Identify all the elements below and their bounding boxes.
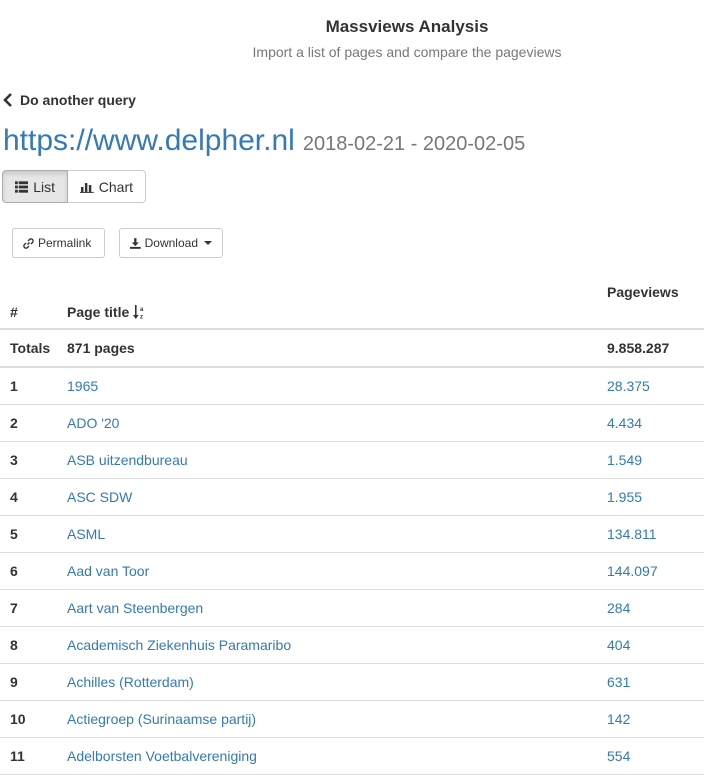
- download-icon: [130, 237, 141, 249]
- table-row: 8 Academisch Ziekenhuis Paramaribo 404: [0, 627, 704, 664]
- column-header-num: #: [10, 304, 18, 320]
- table-row: 6 Aad van Toor 144.097: [0, 553, 704, 590]
- pageviews-table: # Page title a z Pageviews Totals 871 pa…: [0, 272, 704, 775]
- page-title-link[interactable]: ASML: [67, 526, 105, 542]
- back-link-label: Do another query: [20, 92, 136, 108]
- site-url[interactable]: https://www.delpher.nl: [3, 124, 295, 158]
- svg-text:a: a: [140, 307, 144, 313]
- table-row: 7 Aart van Steenbergen 284: [0, 590, 704, 627]
- view-toggle: List Chart: [2, 170, 146, 203]
- page-title-link[interactable]: Aad van Toor: [67, 563, 149, 579]
- row-number: 2: [10, 415, 18, 431]
- pageviews-link[interactable]: 1.549: [607, 452, 642, 468]
- table-row: 1 1965 28.375: [0, 368, 704, 405]
- sort-alpha-icon: a z: [133, 304, 144, 320]
- pageviews-link[interactable]: 1.955: [607, 489, 642, 505]
- table-row: 4 ASC SDW 1.955: [0, 479, 704, 516]
- row-number: 5: [10, 526, 18, 542]
- page-title-link[interactable]: ASC SDW: [67, 489, 132, 505]
- date-range: 2018-02-21 - 2020-02-05: [302, 133, 526, 155]
- table-row: 3 ASB uitzendbureau 1.549: [0, 442, 704, 479]
- permalink-button[interactable]: Permalink: [12, 228, 105, 258]
- page-title-link[interactable]: Academisch Ziekenhuis Paramaribo: [67, 637, 291, 653]
- list-view-button[interactable]: List: [2, 170, 68, 203]
- row-number: 1: [10, 378, 18, 394]
- table-row: 2 ADO '20 4.434: [0, 405, 704, 442]
- table-row: 10 Actiegroep (Surinaamse partij) 142: [0, 701, 704, 738]
- row-number: 11: [10, 748, 25, 764]
- page-title-link[interactable]: 1965: [67, 378, 98, 394]
- pageviews-link[interactable]: 134.811: [607, 526, 657, 542]
- site-heading: https://www.delpher.nl 2018-02-21 - 2020…: [3, 124, 525, 158]
- bar-chart-icon: [80, 182, 94, 193]
- pageviews-link[interactable]: 284: [607, 600, 630, 616]
- list-icon: [15, 180, 29, 193]
- row-number: 9: [10, 674, 18, 690]
- column-header-title-label: Page title: [67, 304, 130, 320]
- row-number: 6: [10, 563, 18, 579]
- totals-pages: 871 pages: [67, 340, 135, 356]
- pageviews-link[interactable]: 404: [607, 637, 630, 653]
- pageviews-link[interactable]: 631: [607, 674, 630, 690]
- page-title-link[interactable]: Adelborsten Voetbalvereniging: [67, 748, 257, 764]
- totals-pageviews: 9.858.287: [607, 340, 670, 356]
- pageviews-link[interactable]: 4.434: [607, 415, 642, 431]
- row-number: 8: [10, 637, 18, 653]
- totals-row: Totals 871 pages 9.858.287: [0, 330, 704, 368]
- table-header: # Page title a z Pageviews: [0, 272, 704, 330]
- svg-text:z: z: [140, 314, 143, 320]
- link-icon: [23, 237, 34, 249]
- row-number: 4: [10, 489, 18, 505]
- chart-view-label: Chart: [98, 178, 133, 195]
- row-number: 7: [10, 600, 18, 616]
- pageviews-link[interactable]: 142: [607, 711, 630, 727]
- page-title-link[interactable]: ASB uitzendbureau: [67, 452, 188, 468]
- page-title-link[interactable]: Achilles (Rotterdam): [67, 674, 194, 690]
- column-header-pageviews[interactable]: Pageviews: [607, 284, 679, 300]
- download-dropdown-button[interactable]: Download: [119, 228, 223, 258]
- row-number: 10: [10, 711, 26, 727]
- row-number: 3: [10, 452, 18, 468]
- column-header-title[interactable]: Page title a z: [67, 304, 146, 320]
- permalink-label: Permalink: [38, 236, 92, 250]
- chart-view-button[interactable]: Chart: [68, 170, 146, 203]
- table-row: 11 Adelborsten Voetbalvereniging 554: [0, 738, 704, 775]
- pageviews-link[interactable]: 144.097: [607, 563, 658, 579]
- list-view-label: List: [33, 178, 55, 195]
- page-title-link[interactable]: Aart van Steenbergen: [67, 600, 203, 616]
- table-row: 5 ASML 134.811: [0, 516, 704, 553]
- download-label: Download: [144, 236, 198, 250]
- pageviews-link[interactable]: 554: [607, 748, 630, 764]
- caret-down-icon: [204, 241, 212, 245]
- app-subtitle: Import a list of pages and compare the p…: [252, 44, 562, 60]
- table-row: 9 Achilles (Rotterdam) 631: [0, 664, 704, 701]
- table-body: 1 1965 28.375 2 ADO '20 4.434 3 ASB uitzendbure…: [0, 368, 704, 775]
- page-title-link[interactable]: ADO '20: [67, 415, 119, 431]
- totals-label: Totals: [10, 340, 51, 356]
- pageviews-link[interactable]: 28.375: [607, 378, 650, 394]
- app-title: Massviews Analysis: [325, 17, 489, 36]
- page-title-link[interactable]: Actiegroep (Surinaamse partij): [67, 711, 256, 727]
- back-link[interactable]: Do another query: [3, 92, 136, 108]
- chevron-left-icon: [3, 93, 12, 107]
